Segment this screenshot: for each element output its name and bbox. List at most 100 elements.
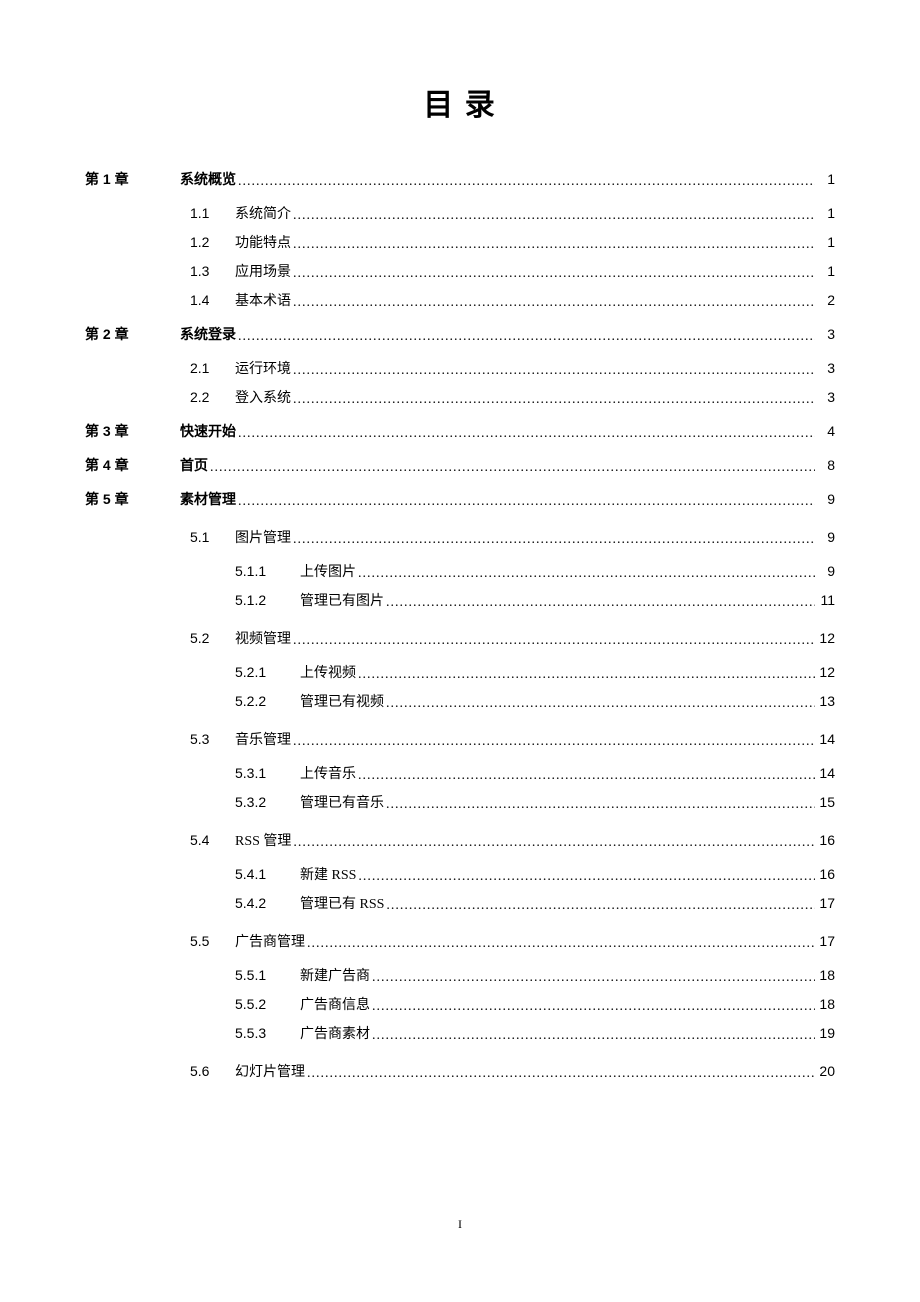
toc-section-number: 1.3 — [190, 263, 235, 279]
toc-leader-dots — [372, 999, 815, 1015]
toc-entry: 1.3应用场景 1 — [190, 261, 835, 281]
toc-section-number: 5.3 — [190, 731, 235, 747]
page-number-footer: I — [0, 1217, 920, 1232]
toc-page-number: 15 — [817, 794, 835, 810]
toc-section-title: 广告商管理 — [235, 931, 305, 951]
toc-entry: 5.5广告商管理 17 — [190, 931, 835, 951]
toc-section-number: 2.2 — [190, 389, 235, 405]
toc-leader-dots — [238, 494, 815, 510]
toc-chapter-title: 快速开始 — [180, 421, 236, 441]
toc-page-number: 12 — [817, 664, 835, 680]
toc-chapter-number: 第 3 章 — [85, 421, 180, 441]
toc-leader-dots — [238, 174, 815, 190]
toc-subsection-title: 上传图片 — [300, 561, 356, 581]
toc-page-number: 13 — [817, 693, 835, 709]
toc-page-number: 1 — [817, 234, 835, 250]
toc-entry: 5.1.1上传图片9 — [235, 561, 835, 581]
toc-entry: 5.4.1新建 RSS16 — [235, 864, 835, 884]
toc-page-number: 16 — [817, 832, 835, 848]
toc-chapter-title: 系统概览 — [180, 169, 236, 189]
toc-section-number: 1.2 — [190, 234, 235, 250]
toc-section-number: 1.1 — [190, 205, 235, 221]
toc-section-title: 运行环境 — [235, 358, 291, 378]
toc-entry: 5.4.2管理已有 RSS17 — [235, 893, 835, 913]
toc-section-number: 1.4 — [190, 292, 235, 308]
toc-page-number: 8 — [817, 457, 835, 473]
toc-leader-dots — [238, 426, 815, 442]
toc-subsection-title: 管理已有图片 — [300, 590, 384, 610]
toc-chapter-title: 素材管理 — [180, 489, 236, 509]
toc-page-number: 2 — [817, 292, 835, 308]
toc-leader-dots — [293, 208, 815, 224]
toc-entry: 5.5.2广告商信息18 — [235, 994, 835, 1014]
toc-section-title: 功能特点 — [235, 232, 291, 252]
toc-entry: 5.1.2管理已有图片11 — [235, 590, 835, 610]
toc-chapter-title: 首页 — [180, 455, 208, 475]
toc-section-title: 应用场景 — [235, 261, 291, 281]
toc-entry: 5.3.1上传音乐14 — [235, 763, 835, 783]
toc-entry: 1.4基本术语 2 — [190, 290, 835, 310]
toc-leader-dots — [358, 869, 815, 885]
toc-leader-dots — [293, 392, 815, 408]
toc-subsection-number: 5.5.2 — [235, 996, 300, 1012]
toc-section-number: 5.4 — [190, 832, 235, 848]
toc-subsection-number: 5.2.1 — [235, 664, 300, 680]
toc-page-number: 14 — [817, 765, 835, 781]
toc-entry: 5.4RSS 管理16 — [190, 830, 835, 850]
toc-body: 第 1 章系统概览1 1.1系统简介1 1.2功能特点 1 1.3应用场景 1 1.4基本术… — [85, 169, 835, 1081]
toc-page-number: 3 — [817, 360, 835, 376]
toc-page-number: 9 — [817, 529, 835, 545]
toc-subsection-number: 5.5.3 — [235, 1025, 300, 1041]
toc-page-number: 12 — [817, 630, 835, 646]
toc-subsection-title: 管理已有 RSS — [300, 893, 384, 913]
toc-subsection-title: 管理已有音乐 — [300, 792, 384, 812]
toc-page-number: 16 — [817, 866, 835, 882]
toc-leader-dots — [293, 295, 815, 311]
toc-entry: 5.2视频管理12 — [190, 628, 835, 648]
toc-page-number: 1 — [817, 263, 835, 279]
toc-leader-dots — [358, 768, 815, 784]
toc-page-number: 14 — [817, 731, 835, 747]
toc-section-number: 2.1 — [190, 360, 235, 376]
toc-entry: 5.3音乐管理 14 — [190, 729, 835, 749]
toc-subsection-number: 5.3.1 — [235, 765, 300, 781]
toc-section-number: 5.1 — [190, 529, 235, 545]
toc-page-number: 3 — [817, 326, 835, 342]
toc-page-number: 18 — [817, 967, 835, 983]
toc-section-title: 登入系统 — [235, 387, 291, 407]
toc-leader-dots — [210, 460, 815, 476]
toc-entry: 1.1系统简介1 — [190, 203, 835, 223]
toc-leader-dots — [358, 566, 815, 582]
toc-entry: 第 1 章系统概览1 — [85, 169, 835, 189]
toc-leader-dots — [386, 797, 815, 813]
toc-entry: 第 4 章首页8 — [85, 455, 835, 475]
toc-chapter-number: 第 2 章 — [85, 324, 180, 344]
toc-leader-dots — [386, 898, 815, 914]
toc-subsection-number: 5.5.1 — [235, 967, 300, 983]
toc-subsection-title: 上传视频 — [300, 662, 356, 682]
toc-chapter-title: 系统登录 — [180, 324, 236, 344]
toc-page-number: 11 — [817, 592, 835, 608]
toc-subsection-number: 5.3.2 — [235, 794, 300, 810]
toc-entry: 5.2.2管理已有视频13 — [235, 691, 835, 711]
toc-section-title: 系统简介 — [235, 203, 291, 223]
toc-entry: 1.2功能特点 1 — [190, 232, 835, 252]
toc-leader-dots — [307, 1066, 815, 1082]
toc-subsection-number: 5.1.1 — [235, 563, 300, 579]
toc-section-title: 基本术语 — [235, 290, 291, 310]
toc-leader-dots — [372, 1028, 815, 1044]
toc-leader-dots — [293, 237, 815, 253]
toc-subsection-title: 新建 RSS — [300, 864, 356, 884]
toc-entry: 第 5 章素材管理9 — [85, 489, 835, 509]
toc-section-title: 幻灯片管理 — [235, 1061, 305, 1081]
toc-leader-dots — [238, 329, 815, 345]
toc-leader-dots — [293, 734, 815, 750]
toc-title: 目 录 — [85, 80, 835, 124]
toc-section-number: 5.5 — [190, 933, 235, 949]
toc-page-number: 17 — [817, 933, 835, 949]
toc-entry: 第 3 章快速开始 4 — [85, 421, 835, 441]
toc-section-title: 音乐管理 — [235, 729, 291, 749]
toc-entry: 第 2 章系统登录 3 — [85, 324, 835, 344]
toc-section-number: 5.6 — [190, 1063, 235, 1079]
toc-page-number: 4 — [817, 423, 835, 439]
